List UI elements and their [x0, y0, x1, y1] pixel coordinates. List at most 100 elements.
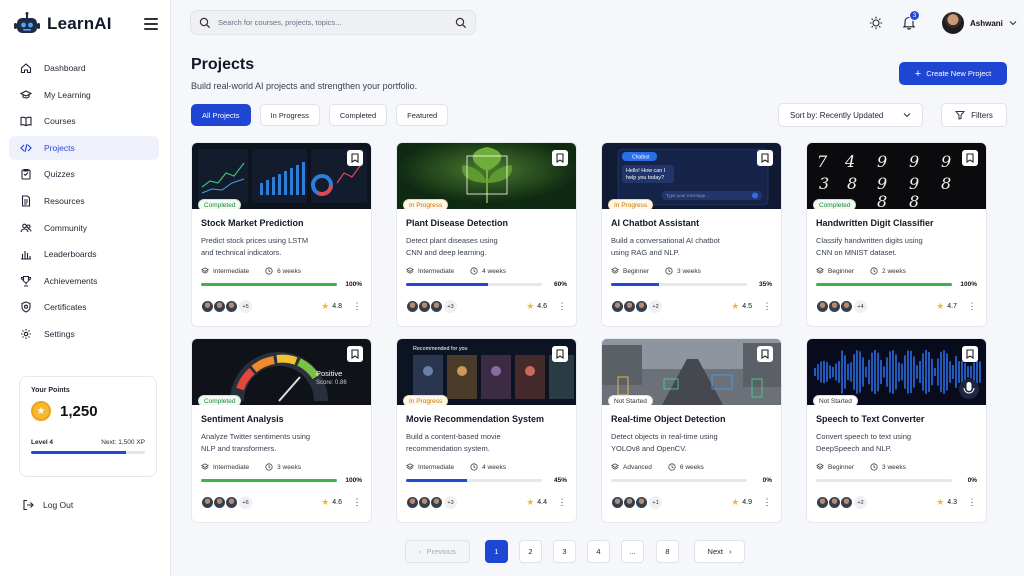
bookmark-button[interactable]: [757, 150, 773, 166]
project-title[interactable]: Movie Recommendation System: [406, 414, 567, 424]
sidebar-item-leaderboards[interactable]: Leaderboards: [9, 242, 159, 266]
tab-all-projects[interactable]: All Projects: [191, 104, 251, 126]
duration: 4 weeks: [470, 463, 506, 471]
sidebar-item-community[interactable]: Community: [9, 216, 159, 240]
project-title[interactable]: Real-time Object Detection: [611, 414, 772, 424]
filter-icon: [955, 111, 966, 120]
sidebar-item-quizzes[interactable]: Quizzes: [9, 162, 159, 186]
rating-value: 4.9: [742, 499, 752, 506]
project-title[interactable]: Stock Market Prediction: [201, 218, 362, 228]
page-button-2[interactable]: 2: [519, 540, 542, 563]
more-options-icon[interactable]: ⋮: [557, 498, 567, 507]
logout-button[interactable]: Log Out: [22, 499, 73, 511]
sidebar-item-certificates[interactable]: Certificates: [9, 295, 159, 319]
search-submit-icon[interactable]: [455, 17, 467, 29]
difficulty-label: Advanced: [623, 463, 652, 471]
bookmark-button[interactable]: [552, 150, 568, 166]
project-card[interactable]: Positive Score: 0.86 Completed Sentiment…: [191, 338, 372, 523]
clock-icon: [265, 463, 273, 471]
more-options-icon[interactable]: ⋮: [557, 302, 567, 311]
sidebar-item-settings[interactable]: Settings: [9, 322, 159, 346]
sidebar-item-my-learning[interactable]: My Learning: [9, 83, 159, 107]
status-badge: Completed: [198, 199, 242, 209]
project-description: Classify handwritten digits using CNN on…: [816, 235, 977, 259]
brand[interactable]: LearnAI: [14, 12, 112, 36]
tab-completed[interactable]: Completed: [328, 104, 388, 126]
status-badge: Completed: [198, 395, 242, 405]
bookmark-button[interactable]: [962, 150, 978, 166]
sidebar-item-projects[interactable]: Projects: [9, 135, 159, 160]
more-options-icon[interactable]: ⋮: [762, 302, 772, 311]
project-title[interactable]: Plant Disease Detection: [406, 218, 567, 228]
svg-text:8: 8: [877, 192, 887, 209]
more-options-icon[interactable]: ⋮: [352, 302, 362, 311]
bookmark-button[interactable]: [552, 346, 568, 362]
status-label: Not Started: [614, 397, 647, 405]
status-label: Completed: [204, 397, 236, 405]
page-button-1[interactable]: 1: [485, 540, 508, 563]
status-badge: Completed: [813, 199, 857, 209]
more-options-icon[interactable]: ⋮: [352, 498, 362, 507]
project-card[interactable]: In Progress Plant Disease Detection Dete…: [396, 142, 577, 327]
bookmark-button[interactable]: [962, 346, 978, 362]
create-project-button[interactable]: + Create New Project: [899, 62, 1007, 85]
rating-value: 4.8: [332, 303, 342, 310]
project-description: Detect objects in real-time using YOLOv8…: [611, 431, 772, 455]
sidebar-item-courses[interactable]: Courses: [9, 109, 159, 133]
bookmark-button[interactable]: [757, 346, 773, 362]
user-menu[interactable]: Ashwani: [942, 12, 1017, 34]
sun-icon[interactable]: [869, 16, 883, 30]
duration: 3 weeks: [665, 267, 701, 275]
project-card[interactable]: Chatbot Hello! How can I help you today?…: [601, 142, 782, 327]
bookmark-button[interactable]: [347, 346, 363, 362]
rating: ★ 4.6: [321, 497, 342, 508]
rating-value: 4.7: [947, 303, 957, 310]
project-card[interactable]: Recommended for you In Progress Movie Re…: [396, 338, 577, 523]
project-card[interactable]: Not Started Real-time Object Detection D…: [601, 338, 782, 523]
bookmark-button[interactable]: [347, 150, 363, 166]
tab-featured[interactable]: Featured: [396, 104, 449, 126]
layers-icon: [406, 463, 414, 470]
page-button-4[interactable]: 4: [587, 540, 610, 563]
page-button-8[interactable]: 8: [656, 540, 679, 563]
sidebar-item-achievements[interactable]: Achievements: [9, 269, 159, 293]
difficulty: Intermediate: [406, 267, 454, 275]
rating: ★ 4.7: [936, 301, 957, 312]
sidebar-item-label: Leaderboards: [44, 249, 97, 260]
project-card[interactable]: Not Started Speech to Text Converter Con…: [806, 338, 987, 523]
description-line: and technical indicators.: [201, 247, 282, 257]
project-title[interactable]: AI Chatbot Assistant: [611, 218, 772, 228]
bookmark-icon: [351, 349, 359, 359]
status-label: In Progress: [614, 201, 648, 209]
more-options-icon[interactable]: ⋮: [967, 302, 977, 311]
more-options-icon[interactable]: ⋮: [762, 498, 772, 507]
sidebar-item-dashboard[interactable]: Dashboard: [9, 56, 159, 80]
next-page-button[interactable]: Next ›: [694, 540, 745, 563]
sort-dropdown[interactable]: Sort by: Recently Updated: [778, 103, 923, 127]
project-title[interactable]: Speech to Text Converter: [816, 414, 977, 424]
clock-icon: [870, 463, 878, 471]
project-description: Convert speech to text using DeepSpeech …: [816, 431, 977, 455]
page-button-3[interactable]: 3: [553, 540, 576, 563]
project-card[interactable]: Completed Stock Market Prediction Predic…: [191, 142, 372, 327]
tab-in-progress[interactable]: In Progress: [259, 104, 320, 126]
difficulty-label: Beginner: [828, 267, 855, 275]
previous-page-button[interactable]: ‹ Previous: [405, 540, 470, 563]
rating: ★ 4.3: [936, 497, 957, 508]
project-thumbnail: Not Started: [807, 339, 986, 405]
filters-button[interactable]: Filters: [941, 103, 1007, 127]
project-card[interactable]: 74999 38998 88 Completed Handwritten Dig…: [806, 142, 987, 327]
notifications-button[interactable]: 3: [902, 10, 920, 30]
bookmark-icon: [761, 153, 769, 163]
robot-logo-icon: [14, 12, 40, 33]
search-input[interactable]: [218, 18, 455, 27]
clock-icon: [265, 267, 273, 275]
menu-toggle-icon[interactable]: [144, 18, 158, 30]
project-title[interactable]: Handwritten Digit Classifier: [816, 218, 977, 228]
more-options-icon[interactable]: ⋮: [967, 498, 977, 507]
sidebar-item-resources[interactable]: Resources: [9, 189, 159, 213]
project-title[interactable]: Sentiment Analysis: [201, 414, 362, 424]
progress-percent: 100%: [345, 281, 362, 288]
bookmark-icon: [556, 349, 564, 359]
star-icon: ★: [526, 301, 535, 311]
